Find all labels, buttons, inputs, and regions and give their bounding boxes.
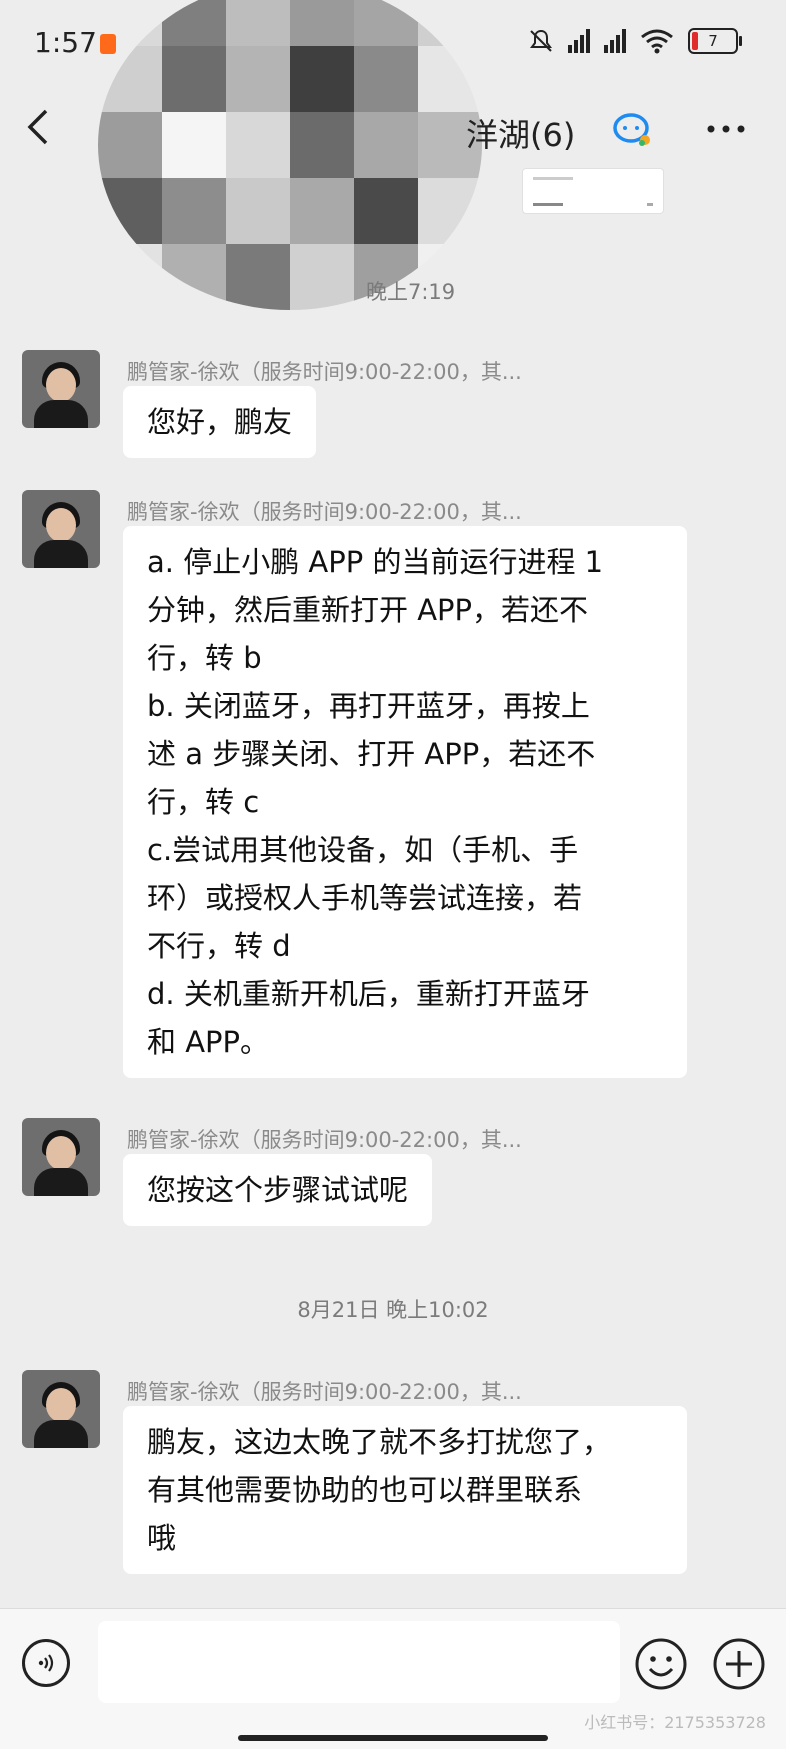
message-line: 分钟，然后重新打开 APP，若还不: [147, 593, 589, 627]
status-icons: 7: [528, 28, 742, 54]
message-line: 环）或授权人手机等尝试连接，若: [147, 881, 583, 915]
home-indicator[interactable]: [238, 1735, 548, 1741]
input-bar: 小红书号：2175353728: [0, 1608, 786, 1749]
message-line: 您好，鹏友: [147, 405, 293, 439]
message-line: 行，转 c: [147, 785, 260, 819]
message-line: 哦: [147, 1521, 177, 1555]
message-line: 不行，转 d: [147, 929, 291, 963]
more-icon: [707, 125, 745, 133]
notification-badge-icon: [100, 34, 116, 54]
message-line: c.尝试用其他设备，如（手机、手: [147, 833, 579, 867]
battery-icon: 7: [688, 28, 742, 54]
watermark: 小红书号：2175353728: [584, 1713, 766, 1732]
plus-icon[interactable]: [712, 1637, 766, 1691]
more-button[interactable]: [706, 102, 746, 143]
mute-icon: [530, 29, 552, 52]
wifi-icon: [641, 29, 673, 54]
signal-icon: [568, 29, 590, 53]
voice-button[interactable]: [22, 1639, 70, 1687]
chat-title[interactable]: 洋湖(6): [466, 110, 575, 156]
chat-header: 洋湖(6): [0, 92, 786, 174]
sender-name: 鹏管家-徐欢（服务时间9:00-22:00，其...: [127, 500, 522, 524]
message-bubble[interactable]: 您按这个步骤试试呢: [123, 1154, 433, 1226]
avatar[interactable]: [22, 1370, 100, 1448]
message-line: a. 停止小鹏 APP 的当前运行进程 1: [147, 545, 604, 579]
timestamp: 8月21日 晚上10:02: [297, 1298, 489, 1322]
group-chat-icon[interactable]: [612, 112, 652, 148]
voice-icon: [38, 1654, 54, 1672]
message-item: 鹏管家-徐欢（服务时间9:00-22:00，其... 您按这个步骤试试呢: [22, 1118, 702, 1238]
signal-icon: [604, 29, 626, 53]
message-bubble[interactable]: 鹏友，这边太晚了就不多打扰您了， 有其他需要协助的也可以群里联系 哦: [123, 1406, 687, 1574]
sender-name: 鹏管家-徐欢（服务时间9:00-22:00，其...: [127, 360, 522, 384]
message-line: d. 关机重新开机后，重新打开蓝牙: [147, 977, 590, 1011]
image-message-thumbnail[interactable]: [522, 168, 664, 214]
timestamp: 晚上7:19: [366, 280, 456, 304]
sender-name: 鹏管家-徐欢（服务时间9:00-22:00，其...: [127, 1380, 522, 1404]
status-time: 1:57: [34, 26, 97, 59]
message-bubble[interactable]: 您好，鹏友: [123, 386, 317, 458]
avatar[interactable]: [22, 490, 100, 568]
message-item: 鹏管家-徐欢（服务时间9:00-22:00，其... 您好，鹏友: [22, 350, 702, 470]
message-item: 鹏管家-徐欢（服务时间9:00-22:00，其... a. 停止小鹏 APP 的…: [22, 490, 702, 1100]
message-bubble[interactable]: a. 停止小鹏 APP 的当前运行进程 1 分钟，然后重新打开 APP，若还不 …: [123, 526, 687, 1078]
message-line: 鹏友，这边太晚了就不多打扰您了，: [147, 1425, 612, 1459]
message-item: 鹏管家-徐欢（服务时间9:00-22:00，其... 鹏友，这边太晚了就不多打扰…: [22, 1370, 702, 1590]
message-line: 您按这个步骤试试呢: [147, 1173, 409, 1207]
message-line: 述 a 步骤关闭、打开 APP，若还不: [147, 737, 596, 771]
emoji-icon[interactable]: [634, 1637, 688, 1691]
avatar[interactable]: [22, 350, 100, 428]
sender-name: 鹏管家-徐欢（服务时间9:00-22:00，其...: [127, 1128, 522, 1152]
message-line: 和 APP。: [147, 1025, 270, 1059]
battery-level: 7: [708, 32, 718, 50]
message-input[interactable]: [98, 1621, 620, 1703]
back-button[interactable]: [26, 106, 50, 156]
message-line: b. 关闭蓝牙，再打开蓝牙，再按上: [147, 689, 590, 723]
message-line: 有其他需要协助的也可以群里联系: [147, 1473, 583, 1507]
back-icon: [27, 109, 48, 145]
avatar[interactable]: [22, 1118, 100, 1196]
message-line: 行，转 b: [147, 641, 262, 675]
